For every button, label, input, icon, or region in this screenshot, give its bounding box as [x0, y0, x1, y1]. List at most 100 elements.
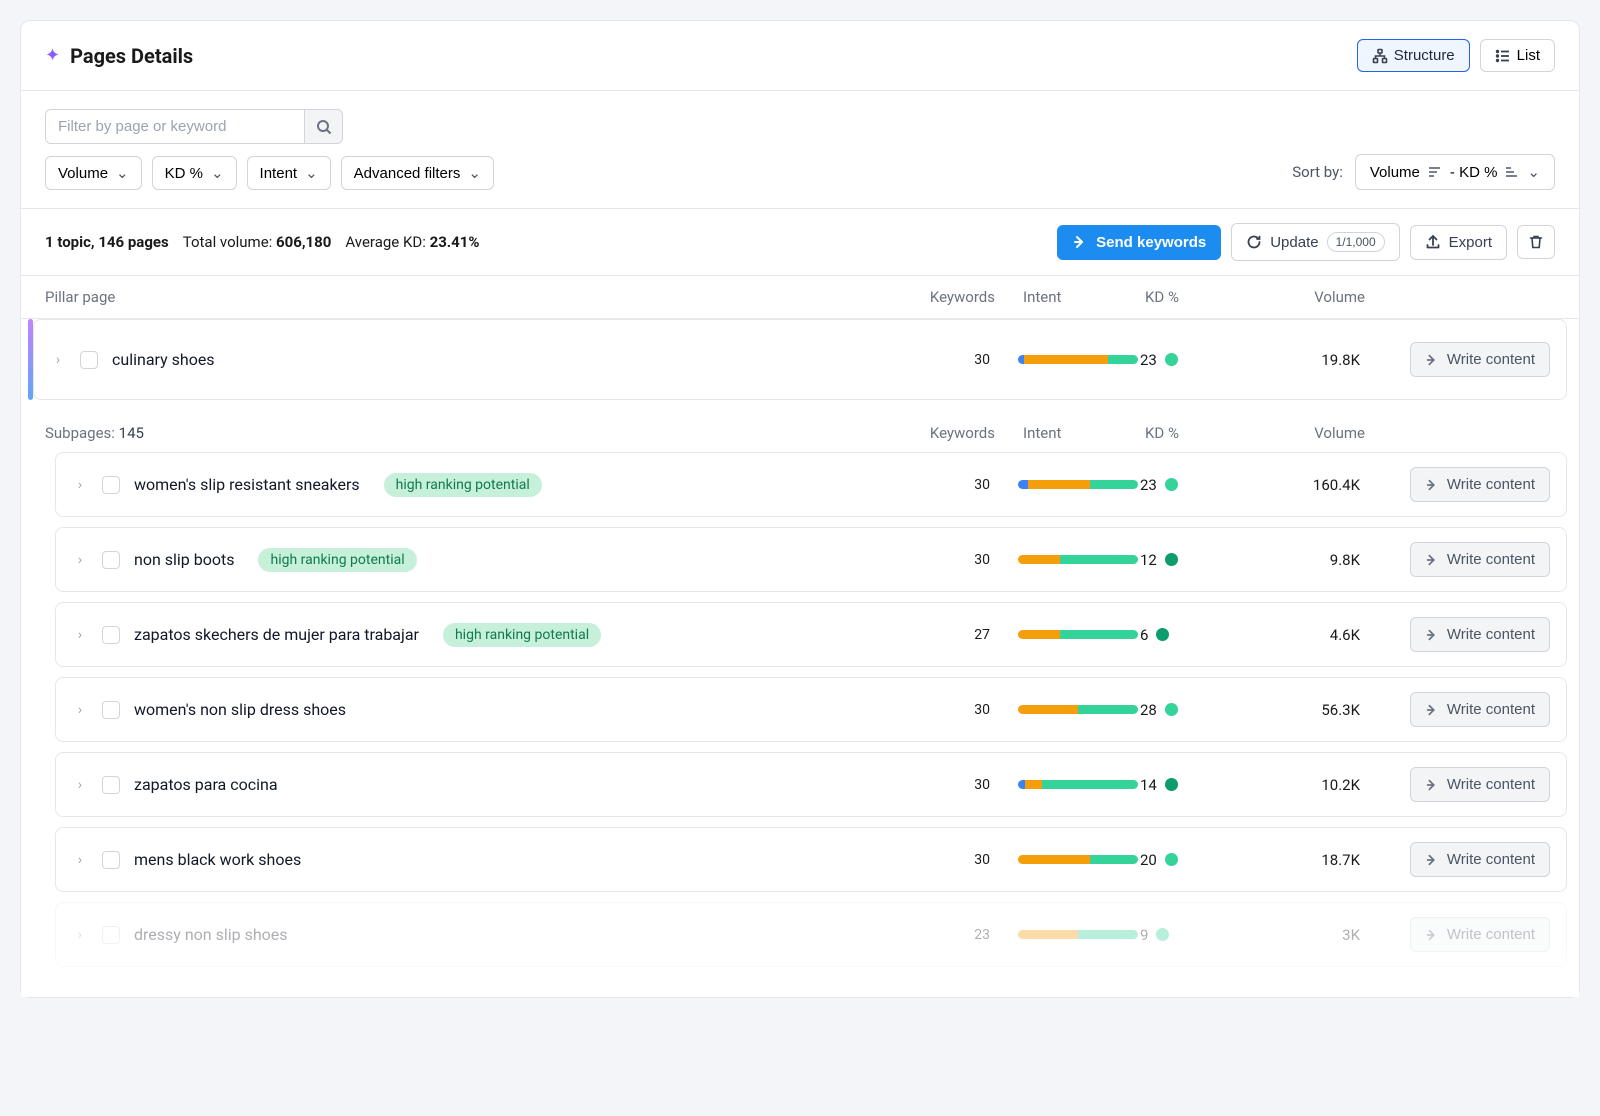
write-content-button[interactable]: Write content — [1410, 617, 1550, 652]
cell-kd: 14 — [1140, 776, 1157, 794]
arrow-icon — [1425, 853, 1439, 867]
search-input[interactable] — [45, 109, 305, 144]
row-checkbox[interactable] — [80, 351, 98, 369]
row-checkbox[interactable] — [102, 626, 120, 644]
export-icon — [1425, 234, 1441, 250]
write-content-button[interactable]: Write content — [1410, 692, 1550, 727]
filter-advanced[interactable]: Advanced filters⌄ — [341, 156, 494, 190]
page-name: zapatos skechers de mujer para trabajar — [134, 625, 419, 644]
pillar-accent — [28, 319, 33, 400]
cell-kd: 23 — [1140, 476, 1157, 494]
avg-kd-value: 23.41% — [430, 233, 480, 251]
list-icon — [1495, 48, 1511, 64]
row-checkbox[interactable] — [102, 926, 120, 944]
sort-asc-icon — [1505, 166, 1519, 178]
update-button[interactable]: Update 1/1,000 — [1231, 223, 1399, 261]
table-row: › zapatos skechers de mujer para trabajar… — [55, 602, 1567, 667]
update-badge: 1/1,000 — [1327, 232, 1385, 252]
cell-volume: 3K — [1240, 926, 1360, 944]
intent-bar — [1018, 480, 1138, 489]
write-content-button[interactable]: Write content — [1410, 917, 1550, 952]
cell-keywords: 30 — [880, 852, 990, 868]
cell-kd: 28 — [1140, 701, 1157, 719]
write-content-button[interactable]: Write content — [1410, 842, 1550, 877]
delete-button[interactable] — [1517, 225, 1555, 259]
chevron-down-icon: ⌄ — [1527, 163, 1540, 181]
cell-keywords: 30 — [880, 552, 990, 568]
write-content-button[interactable]: Write content — [1410, 767, 1550, 802]
send-keywords-button[interactable]: Send keywords — [1057, 225, 1221, 260]
arrow-icon — [1425, 778, 1439, 792]
expand-toggle[interactable]: › — [72, 627, 88, 643]
page-name: non slip boots — [134, 550, 234, 569]
row-checkbox[interactable] — [102, 701, 120, 719]
table-row: ›dressy non slip shoes2393KWrite content — [55, 902, 1567, 967]
row-checkbox[interactable] — [102, 851, 120, 869]
sort-button[interactable]: Volume - KD % ⌄ — [1355, 154, 1555, 190]
sort-desc-icon — [1428, 166, 1442, 178]
cell-keywords: 30 — [880, 777, 990, 793]
write-content-button[interactable]: Write content — [1410, 542, 1550, 577]
cell-volume: 18.7K — [1240, 851, 1360, 869]
table-row: ›women's slip resistant sneakershigh ran… — [55, 452, 1567, 517]
expand-toggle[interactable]: › — [72, 702, 88, 718]
subpages-count: 145 — [119, 424, 144, 442]
cell-volume: 10.2K — [1240, 776, 1360, 794]
arrow-icon — [1425, 353, 1439, 367]
summary-bar: 1 topic, 146 pages Total volume: 606,180… — [21, 209, 1579, 276]
col-keywords: Keywords — [885, 288, 995, 306]
expand-toggle[interactable]: › — [72, 477, 88, 493]
expand-toggle[interactable]: › — [72, 852, 88, 868]
chevron-down-icon: ⌄ — [468, 164, 481, 182]
col-kd: KD % — [1145, 288, 1245, 306]
cell-volume: 160.4K — [1240, 476, 1360, 494]
ranking-potential-tag: high ranking potential — [258, 548, 416, 572]
chevron-down-icon: ⌄ — [211, 164, 224, 182]
col-pillar: Pillar page — [45, 288, 885, 306]
filter-volume[interactable]: Volume⌄ — [45, 156, 142, 190]
filter-intent[interactable]: Intent⌄ — [247, 156, 331, 190]
cell-kd: 23 — [1140, 351, 1157, 369]
intent-bar — [1018, 555, 1138, 564]
ranking-potential-tag: high ranking potential — [384, 473, 542, 497]
cell-volume: 9.8K — [1240, 551, 1360, 569]
pillar-row: › culinary shoes 30 23 19.8K Write conte… — [33, 319, 1567, 400]
pillar-name: culinary shoes — [112, 350, 215, 369]
cell-volume: 4.6K — [1240, 626, 1360, 644]
cell-kd: 20 — [1140, 851, 1157, 869]
row-checkbox[interactable] — [102, 476, 120, 494]
total-volume-label: Total volume: — [183, 233, 273, 251]
cell-kd: 12 — [1140, 551, 1157, 569]
search-icon — [316, 119, 332, 135]
list-view-toggle[interactable]: List — [1480, 39, 1555, 72]
expand-toggle[interactable]: › — [72, 552, 88, 568]
write-content-button[interactable]: Write content — [1410, 342, 1550, 377]
col-intent: Intent — [995, 288, 1145, 306]
export-button[interactable]: Export — [1410, 225, 1507, 260]
filter-kd[interactable]: KD %⌄ — [152, 156, 237, 190]
write-content-button[interactable]: Write content — [1410, 467, 1550, 502]
cell-keywords: 30 — [880, 702, 990, 718]
expand-toggle[interactable]: › — [72, 777, 88, 793]
search-button[interactable] — [305, 109, 343, 144]
kd-dot — [1165, 778, 1178, 791]
arrow-icon — [1425, 928, 1439, 942]
topics-pages-count: 1 topic, 146 pages — [45, 233, 169, 251]
avg-kd-label: Average KD: — [345, 233, 425, 251]
cell-kd: 6 — [1140, 626, 1148, 644]
kd-dot — [1165, 353, 1178, 366]
table-row: › non slip boots high ranking potential 30 1… — [55, 527, 1567, 592]
expand-toggle[interactable]: › — [72, 927, 88, 943]
row-checkbox[interactable] — [102, 551, 120, 569]
subpages-header: Subpages: 145 Keywords Intent KD % Volum… — [21, 410, 1579, 452]
page-name: mens black work shoes — [134, 850, 301, 869]
row-checkbox[interactable] — [102, 776, 120, 794]
sparkle-icon: ✦ — [45, 45, 60, 66]
kd-dot — [1156, 928, 1169, 941]
cell-keywords: 30 — [880, 352, 990, 368]
table-header: Pillar page Keywords Intent KD % Volume — [21, 276, 1579, 319]
cell-volume: 19.8K — [1240, 351, 1360, 369]
expand-toggle[interactable]: › — [50, 352, 66, 368]
page-title: Pages Details — [70, 44, 193, 68]
structure-view-toggle[interactable]: Structure — [1357, 39, 1470, 72]
